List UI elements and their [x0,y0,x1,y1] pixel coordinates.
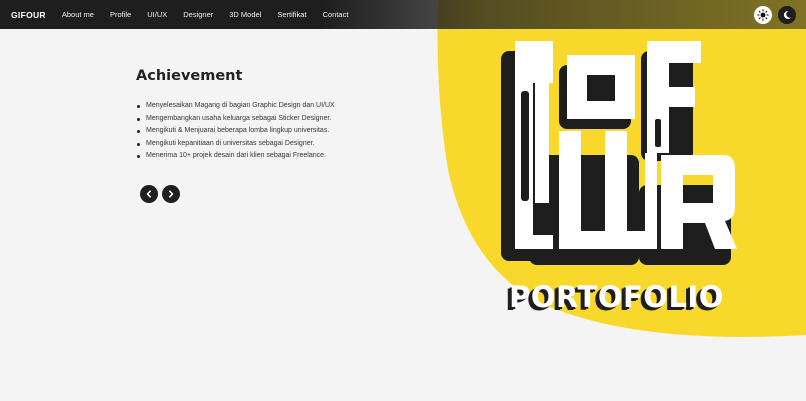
sun-icon [757,9,769,21]
navbar: GIFOUR About me Profile UI/UX Designer 3… [0,0,806,29]
nav-link-sertifikat[interactable]: Sertifikat [277,10,306,19]
nav-link-3d-model[interactable]: 3D Model [229,10,261,19]
previous-button[interactable] [140,185,158,203]
nav-link-contact[interactable]: Contact [323,10,349,19]
achievement-section: Achievement Menyelesaikan Magang di bagi… [136,68,335,163]
gifour-logo-graphic [501,41,737,265]
brand-logo[interactable]: GIFOUR [11,10,46,20]
achievement-list: Menyelesaikan Magang di bagian Graphic D… [136,100,335,163]
list-item: Mengikuti kepanitiaan di universitas seb… [137,138,335,151]
achievement-title: Achievement [136,68,243,84]
light-mode-button[interactable] [754,6,772,24]
moon-icon [783,10,791,19]
gifour-portfolio-logo: PORTOFOLIO [495,35,740,314]
nav-link-ui-ux[interactable]: UI/UX [147,10,167,19]
nav-link-designer[interactable]: Designer [183,10,213,19]
nav-link-profile[interactable]: Profile [110,10,131,19]
portfolio-caption: PORTOFOLIO [509,280,724,314]
list-item: Mengembangkan usaha keluarga sebagai Sti… [137,113,335,126]
chevron-right-icon [169,190,174,198]
next-button[interactable] [162,185,180,203]
list-item: Menyelesaikan Magang di bagian Graphic D… [137,100,335,113]
list-item: Menerima 10+ projek desain dari klien se… [137,150,335,163]
nav-link-about-me[interactable]: About me [62,10,94,19]
dark-mode-button[interactable] [778,6,796,24]
list-item: Mengikuti & Menjuarai beberapa lomba lin… [137,125,335,138]
chevron-left-icon [146,190,151,198]
carousel-controls [140,185,180,203]
